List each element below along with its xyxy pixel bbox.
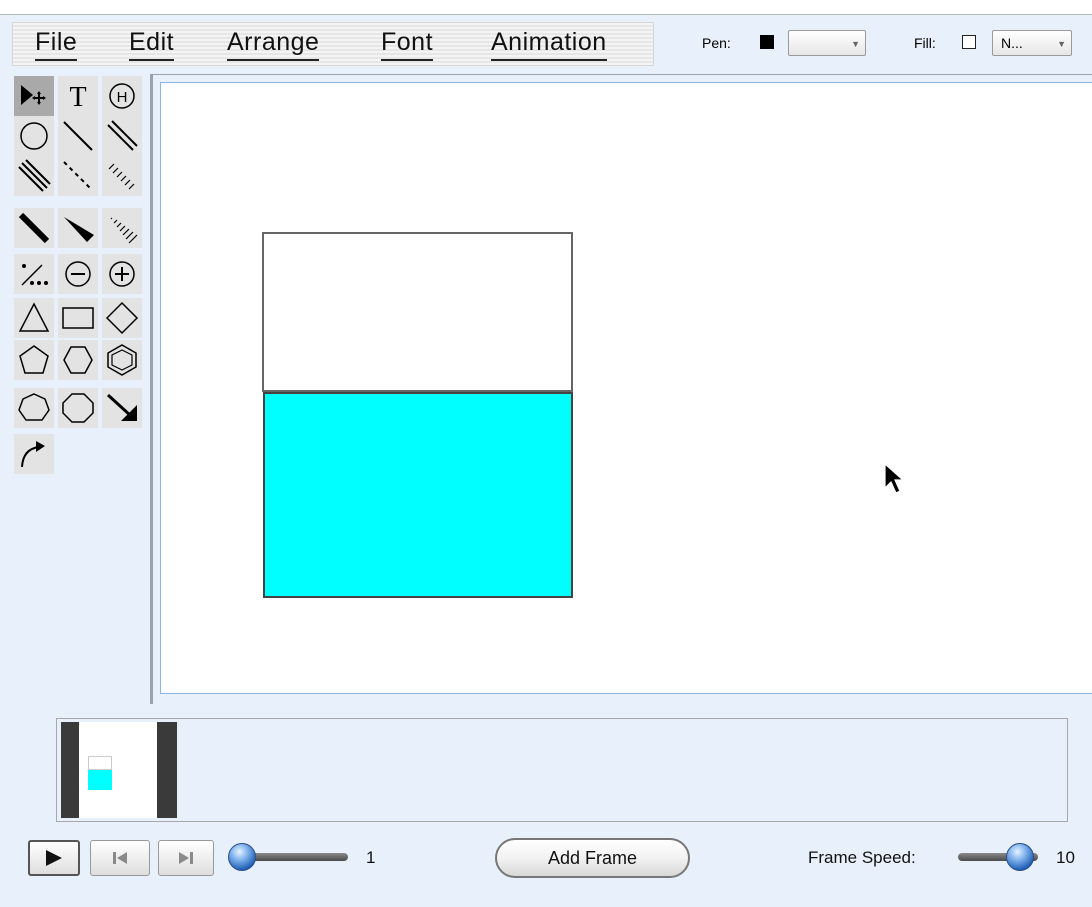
svg-text:T: T	[69, 82, 86, 113]
thumbnail-shape-cyan	[88, 770, 112, 790]
plus-circle-icon	[109, 261, 135, 287]
rectangle-icon	[62, 307, 94, 329]
fill-label: Fill:	[914, 35, 936, 51]
line-double-tool[interactable]	[102, 116, 142, 156]
line-thin-icon	[63, 121, 93, 151]
circle-tool[interactable]	[14, 116, 54, 156]
first-frame-button[interactable]	[90, 840, 150, 876]
menu-animation[interactable]: Animation	[491, 28, 607, 61]
heptagon-icon	[18, 393, 50, 421]
triangle-icon	[18, 302, 50, 332]
frame-filmstrip	[56, 718, 1068, 822]
wedge-icon	[64, 217, 94, 242]
benzene-icon	[107, 344, 137, 376]
dots-tool[interactable]	[14, 254, 54, 294]
text-tool[interactable]: T	[58, 76, 98, 116]
select-tool-icon	[21, 85, 46, 105]
chevron-down-icon: ▼	[851, 39, 860, 49]
octagon-icon	[62, 393, 94, 423]
minus-circle-tool[interactable]	[58, 254, 98, 294]
line-dashed-tool[interactable]	[58, 156, 98, 196]
menu-arrange[interactable]: Arrange	[227, 28, 320, 61]
select-tool[interactable]	[14, 76, 54, 116]
menu-edit[interactable]: Edit	[129, 28, 175, 61]
line-dashed-icon	[63, 161, 93, 191]
curved-arrow-icon	[21, 441, 45, 468]
circle-tool-icon	[20, 122, 48, 150]
h-circle-tool[interactable]: H	[102, 76, 142, 116]
line-hatched-icon	[108, 163, 135, 190]
rectangle-shape-cyan[interactable]	[263, 392, 573, 598]
last-frame-button[interactable]	[158, 840, 214, 876]
line-double-icon	[107, 120, 138, 151]
wedge-hatched-icon	[110, 217, 138, 244]
rectangle-shape-white[interactable]	[262, 232, 573, 392]
svg-text:H: H	[117, 89, 128, 106]
pen-label: Pen:	[702, 35, 731, 51]
rectangle-tool[interactable]	[58, 298, 98, 338]
add-frame-button[interactable]: Add Frame	[495, 838, 690, 878]
triangle-tool[interactable]	[14, 298, 54, 338]
mouse-cursor-icon	[884, 462, 905, 494]
hexagon-icon	[63, 346, 93, 374]
skip-forward-icon	[179, 852, 193, 864]
line-thin-tool[interactable]	[58, 116, 98, 156]
dots-icon	[21, 264, 48, 286]
h-circle-icon: H	[109, 83, 135, 109]
thumbnail-shape-white	[88, 756, 112, 770]
wedge-hatched-tool[interactable]	[102, 208, 142, 248]
line-triple-icon	[18, 159, 51, 192]
line-bold-tool[interactable]	[14, 208, 54, 248]
play-icon	[46, 850, 62, 866]
wedge-tool[interactable]	[58, 208, 98, 248]
line-triple-tool[interactable]	[14, 156, 54, 196]
line-bold-icon	[18, 212, 50, 244]
plus-circle-tool[interactable]	[102, 254, 142, 294]
window-top-edge	[0, 0, 1092, 15]
fill-color-swatch[interactable]	[962, 35, 976, 49]
minus-circle-icon	[65, 261, 91, 287]
frame-speed-slider-knob[interactable]	[1006, 843, 1034, 871]
line-hatched-tool[interactable]	[102, 156, 142, 196]
benzene-tool[interactable]	[102, 340, 142, 380]
menu-font[interactable]: Font	[381, 28, 434, 61]
pen-style-dropdown[interactable]: ▼	[788, 30, 866, 56]
hexagon-tool[interactable]	[58, 340, 98, 380]
fill-value: N...	[1001, 35, 1023, 51]
pentagon-tool[interactable]	[14, 340, 54, 380]
frame-slider-knob[interactable]	[228, 843, 256, 871]
diamond-icon	[105, 301, 139, 335]
fill-dropdown[interactable]: N... ▼	[992, 30, 1072, 56]
menu-bar: File Edit Arrange Font Animation	[12, 22, 654, 66]
arrow-tool[interactable]	[102, 388, 142, 428]
pentagon-icon	[19, 345, 49, 374]
diamond-tool[interactable]	[102, 298, 142, 338]
pen-color-swatch[interactable]	[760, 35, 774, 49]
play-button[interactable]	[28, 840, 80, 876]
arrow-icon	[106, 393, 137, 421]
frame-slider-track[interactable]	[240, 853, 348, 861]
frame-number: 1	[366, 848, 376, 867]
text-tool-icon: T	[69, 82, 86, 113]
skip-back-icon	[113, 852, 127, 864]
heptagon-tool[interactable]	[14, 388, 54, 428]
menu-file[interactable]: File	[35, 28, 78, 61]
frame-speed-value: 10	[1056, 848, 1075, 867]
chevron-down-icon: ▼	[1057, 39, 1066, 49]
curved-arrow-tool[interactable]	[14, 434, 54, 474]
octagon-tool[interactable]	[58, 388, 98, 428]
frame-speed-label: Frame Speed:	[808, 848, 916, 867]
